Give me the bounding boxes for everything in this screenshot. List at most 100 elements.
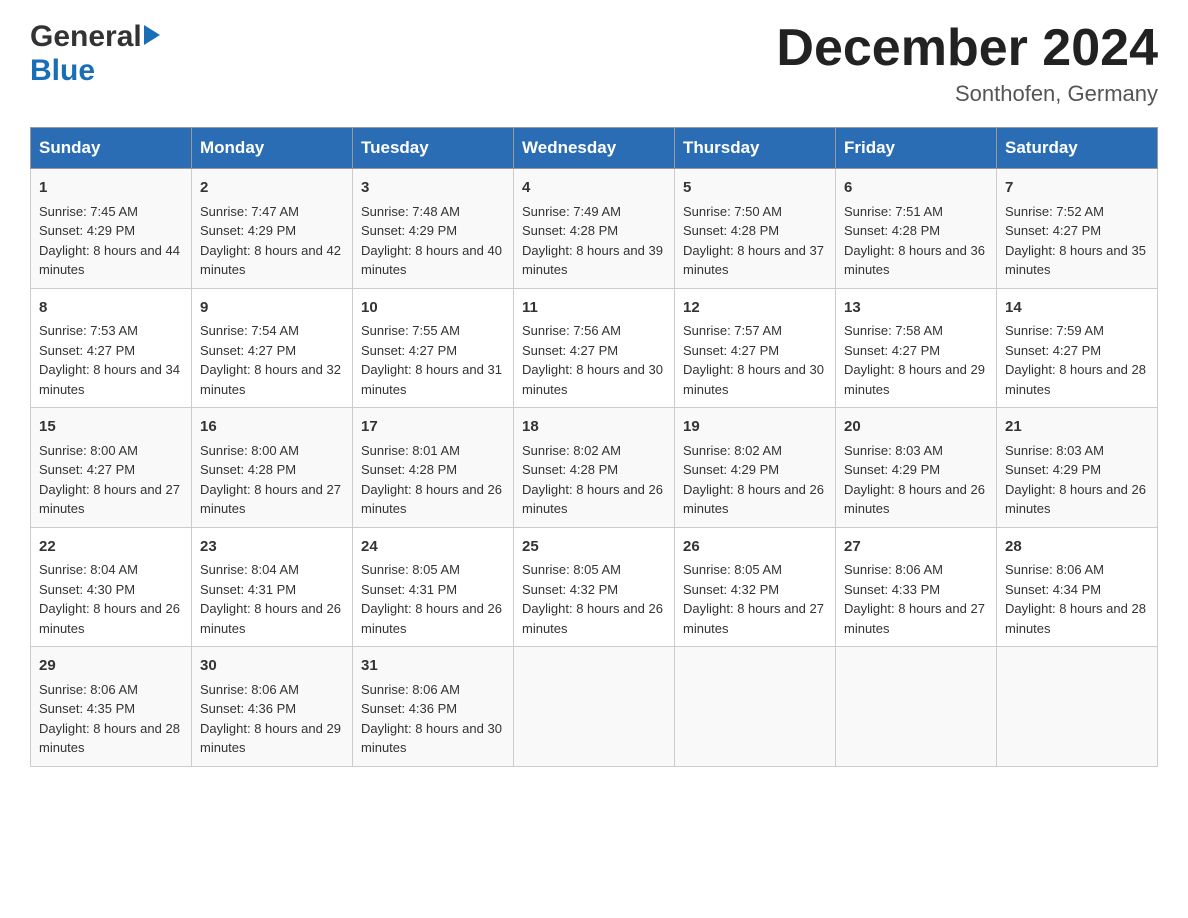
sunset-info: Sunset: 4:29 PM xyxy=(361,223,457,238)
calendar-cell: 1 Sunrise: 7:45 AM Sunset: 4:29 PM Dayli… xyxy=(31,169,192,289)
day-number: 18 xyxy=(522,416,666,439)
calendar-cell: 19 Sunrise: 8:02 AM Sunset: 4:29 PM Dayl… xyxy=(675,408,836,528)
calendar-cell xyxy=(997,647,1158,767)
day-number: 21 xyxy=(1005,416,1149,439)
daylight-info: Daylight: 8 hours and 40 minutes xyxy=(361,243,502,278)
logo: General Blue xyxy=(30,20,160,88)
daylight-info: Daylight: 8 hours and 42 minutes xyxy=(200,243,341,278)
day-number: 27 xyxy=(844,536,988,559)
day-number: 13 xyxy=(844,297,988,320)
sunrise-info: Sunrise: 8:06 AM xyxy=(844,562,943,577)
daylight-info: Daylight: 8 hours and 44 minutes xyxy=(39,243,180,278)
column-header-tuesday: Tuesday xyxy=(353,128,514,169)
sunrise-info: Sunrise: 8:00 AM xyxy=(39,443,138,458)
daylight-info: Daylight: 8 hours and 26 minutes xyxy=(361,601,502,636)
calendar-cell: 9 Sunrise: 7:54 AM Sunset: 4:27 PM Dayli… xyxy=(192,288,353,408)
sunrise-info: Sunrise: 7:57 AM xyxy=(683,323,782,338)
calendar-cell: 23 Sunrise: 8:04 AM Sunset: 4:31 PM Dayl… xyxy=(192,527,353,647)
sunset-info: Sunset: 4:35 PM xyxy=(39,701,135,716)
daylight-info: Daylight: 8 hours and 31 minutes xyxy=(361,362,502,397)
calendar-week-row: 1 Sunrise: 7:45 AM Sunset: 4:29 PM Dayli… xyxy=(31,169,1158,289)
daylight-info: Daylight: 8 hours and 39 minutes xyxy=(522,243,663,278)
day-number: 25 xyxy=(522,536,666,559)
day-number: 28 xyxy=(1005,536,1149,559)
calendar-cell: 15 Sunrise: 8:00 AM Sunset: 4:27 PM Dayl… xyxy=(31,408,192,528)
calendar-cell: 20 Sunrise: 8:03 AM Sunset: 4:29 PM Dayl… xyxy=(836,408,997,528)
daylight-info: Daylight: 8 hours and 37 minutes xyxy=(683,243,824,278)
day-number: 8 xyxy=(39,297,183,320)
daylight-info: Daylight: 8 hours and 30 minutes xyxy=(522,362,663,397)
page-header: General Blue December 2024 Sonthofen, Ge… xyxy=(30,20,1158,107)
daylight-info: Daylight: 8 hours and 27 minutes xyxy=(844,601,985,636)
sunset-info: Sunset: 4:28 PM xyxy=(683,223,779,238)
sunset-info: Sunset: 4:29 PM xyxy=(200,223,296,238)
calendar-cell: 17 Sunrise: 8:01 AM Sunset: 4:28 PM Dayl… xyxy=(353,408,514,528)
daylight-info: Daylight: 8 hours and 26 minutes xyxy=(39,601,180,636)
column-header-saturday: Saturday xyxy=(997,128,1158,169)
sunrise-info: Sunrise: 7:58 AM xyxy=(844,323,943,338)
sunset-info: Sunset: 4:29 PM xyxy=(39,223,135,238)
title-area: December 2024 Sonthofen, Germany xyxy=(776,20,1158,107)
calendar-cell: 13 Sunrise: 7:58 AM Sunset: 4:27 PM Dayl… xyxy=(836,288,997,408)
day-number: 26 xyxy=(683,536,827,559)
day-number: 10 xyxy=(361,297,505,320)
daylight-info: Daylight: 8 hours and 35 minutes xyxy=(1005,243,1146,278)
daylight-info: Daylight: 8 hours and 26 minutes xyxy=(522,482,663,517)
calendar-cell: 25 Sunrise: 8:05 AM Sunset: 4:32 PM Dayl… xyxy=(514,527,675,647)
sunset-info: Sunset: 4:27 PM xyxy=(844,343,940,358)
daylight-info: Daylight: 8 hours and 26 minutes xyxy=(200,601,341,636)
column-header-monday: Monday xyxy=(192,128,353,169)
daylight-info: Daylight: 8 hours and 30 minutes xyxy=(683,362,824,397)
calendar-cell: 26 Sunrise: 8:05 AM Sunset: 4:32 PM Dayl… xyxy=(675,527,836,647)
sunset-info: Sunset: 4:29 PM xyxy=(683,462,779,477)
day-number: 7 xyxy=(1005,177,1149,200)
month-title: December 2024 xyxy=(776,20,1158,77)
daylight-info: Daylight: 8 hours and 26 minutes xyxy=(522,601,663,636)
sunrise-info: Sunrise: 7:52 AM xyxy=(1005,204,1104,219)
calendar-week-row: 8 Sunrise: 7:53 AM Sunset: 4:27 PM Dayli… xyxy=(31,288,1158,408)
sunrise-info: Sunrise: 7:56 AM xyxy=(522,323,621,338)
day-number: 15 xyxy=(39,416,183,439)
sunrise-info: Sunrise: 7:49 AM xyxy=(522,204,621,219)
calendar-cell: 27 Sunrise: 8:06 AM Sunset: 4:33 PM Dayl… xyxy=(836,527,997,647)
sunrise-info: Sunrise: 8:05 AM xyxy=(683,562,782,577)
sunset-info: Sunset: 4:29 PM xyxy=(1005,462,1101,477)
day-number: 12 xyxy=(683,297,827,320)
sunset-info: Sunset: 4:27 PM xyxy=(39,462,135,477)
daylight-info: Daylight: 8 hours and 26 minutes xyxy=(1005,482,1146,517)
calendar-week-row: 22 Sunrise: 8:04 AM Sunset: 4:30 PM Dayl… xyxy=(31,527,1158,647)
sunrise-info: Sunrise: 7:50 AM xyxy=(683,204,782,219)
sunset-info: Sunset: 4:30 PM xyxy=(39,582,135,597)
day-number: 30 xyxy=(200,655,344,678)
daylight-info: Daylight: 8 hours and 29 minutes xyxy=(844,362,985,397)
column-header-wednesday: Wednesday xyxy=(514,128,675,169)
sunset-info: Sunset: 4:31 PM xyxy=(361,582,457,597)
day-number: 19 xyxy=(683,416,827,439)
sunset-info: Sunset: 4:28 PM xyxy=(844,223,940,238)
daylight-info: Daylight: 8 hours and 28 minutes xyxy=(39,721,180,756)
sunrise-info: Sunrise: 8:02 AM xyxy=(522,443,621,458)
calendar-week-row: 29 Sunrise: 8:06 AM Sunset: 4:35 PM Dayl… xyxy=(31,647,1158,767)
sunset-info: Sunset: 4:28 PM xyxy=(200,462,296,477)
sunrise-info: Sunrise: 7:59 AM xyxy=(1005,323,1104,338)
calendar-cell: 18 Sunrise: 8:02 AM Sunset: 4:28 PM Dayl… xyxy=(514,408,675,528)
sunrise-info: Sunrise: 7:48 AM xyxy=(361,204,460,219)
calendar-cell: 28 Sunrise: 8:06 AM Sunset: 4:34 PM Dayl… xyxy=(997,527,1158,647)
sunrise-info: Sunrise: 8:05 AM xyxy=(361,562,460,577)
calendar-cell: 2 Sunrise: 7:47 AM Sunset: 4:29 PM Dayli… xyxy=(192,169,353,289)
sunrise-info: Sunrise: 8:02 AM xyxy=(683,443,782,458)
calendar-cell xyxy=(514,647,675,767)
daylight-info: Daylight: 8 hours and 27 minutes xyxy=(200,482,341,517)
day-number: 24 xyxy=(361,536,505,559)
daylight-info: Daylight: 8 hours and 29 minutes xyxy=(200,721,341,756)
sunrise-info: Sunrise: 7:47 AM xyxy=(200,204,299,219)
calendar-cell: 5 Sunrise: 7:50 AM Sunset: 4:28 PM Dayli… xyxy=(675,169,836,289)
sunrise-info: Sunrise: 8:06 AM xyxy=(1005,562,1104,577)
sunrise-info: Sunrise: 8:04 AM xyxy=(200,562,299,577)
calendar-cell: 31 Sunrise: 8:06 AM Sunset: 4:36 PM Dayl… xyxy=(353,647,514,767)
sunset-info: Sunset: 4:27 PM xyxy=(1005,343,1101,358)
sunset-info: Sunset: 4:27 PM xyxy=(1005,223,1101,238)
day-number: 11 xyxy=(522,297,666,320)
sunset-info: Sunset: 4:36 PM xyxy=(361,701,457,716)
daylight-info: Daylight: 8 hours and 36 minutes xyxy=(844,243,985,278)
